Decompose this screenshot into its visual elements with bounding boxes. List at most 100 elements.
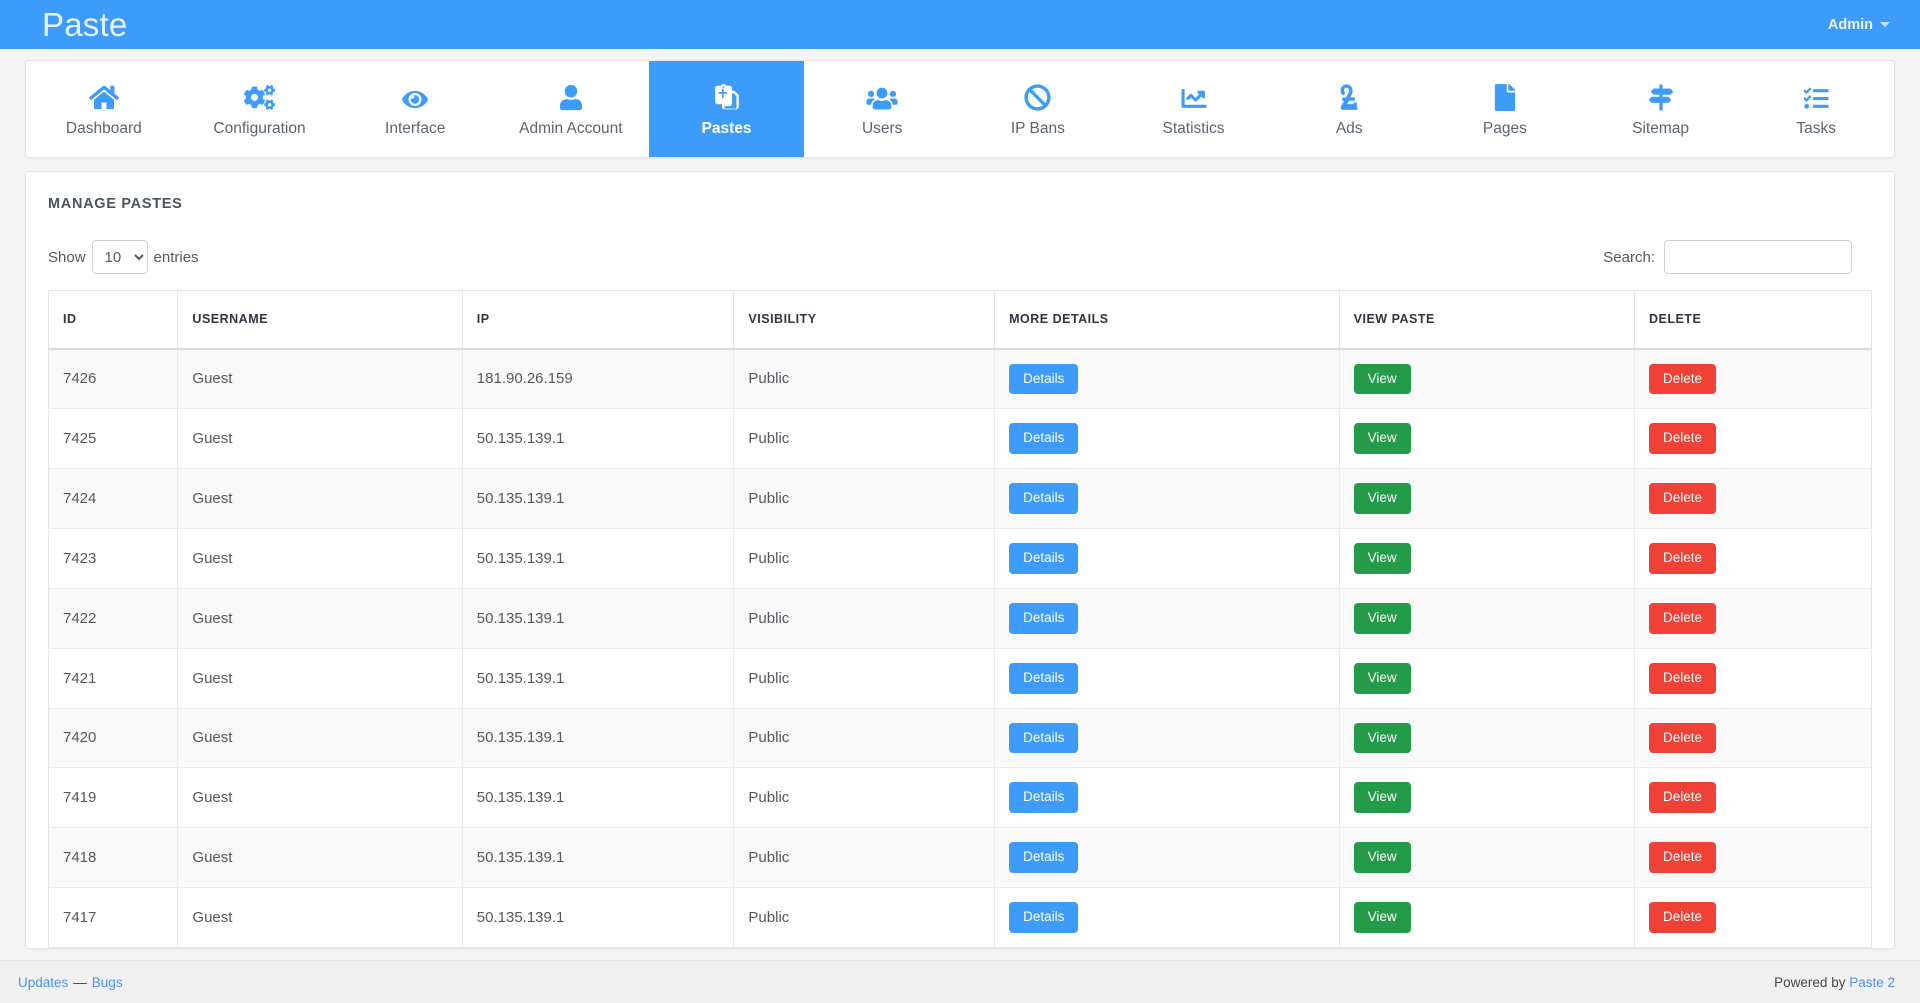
view-button[interactable]: View [1354, 842, 1411, 873]
details-button-cell: Details [995, 469, 1340, 529]
delete-button-cell: Delete [1634, 828, 1871, 888]
nav-label: Pastes [702, 120, 752, 138]
nav-item-tasks[interactable]: Tasks [1738, 61, 1894, 157]
view-button-cell: View [1339, 529, 1634, 589]
nav-item-sitemap[interactable]: Sitemap [1583, 61, 1739, 157]
delete-button-cell: Delete [1634, 588, 1871, 648]
paste-id: 7424 [49, 469, 178, 529]
table-row: 7418Guest50.135.139.1PublicDetailsViewDe… [49, 828, 1872, 888]
nav-item-ads[interactable]: Ads [1271, 61, 1427, 157]
paste-visibility: Public [734, 349, 995, 409]
eye-icon [399, 81, 431, 111]
view-button[interactable]: View [1354, 603, 1411, 634]
nav-item-pastes[interactable]: Pastes [649, 61, 805, 157]
pound-sign-icon [1339, 81, 1359, 111]
paste-id: 7418 [49, 828, 178, 888]
table-controls: Show 102550100 entries Search: [48, 240, 1872, 274]
delete-button[interactable]: Delete [1649, 543, 1716, 574]
delete-button[interactable]: Delete [1649, 663, 1716, 694]
details-button[interactable]: Details [1009, 782, 1078, 813]
details-button[interactable]: Details [1009, 663, 1078, 694]
page-length-select[interactable]: 102550100 [92, 240, 148, 274]
table-row: 7425Guest50.135.139.1PublicDetailsViewDe… [49, 409, 1872, 469]
details-button[interactable]: Details [1009, 483, 1078, 514]
powered-by-label: Powered by [1774, 975, 1845, 990]
details-button[interactable]: Details [1009, 364, 1078, 395]
details-button[interactable]: Details [1009, 603, 1078, 634]
paste-visibility: Public [734, 409, 995, 469]
column-header[interactable]: ID [49, 291, 178, 349]
view-button[interactable]: View [1354, 423, 1411, 454]
top-bar: Paste Admin [0, 0, 1920, 49]
column-header[interactable]: VISIBILITY [734, 291, 995, 349]
admin-dropdown[interactable]: Admin [1828, 17, 1890, 33]
footer-separator: — [73, 975, 87, 990]
updates-link[interactable]: Updates [18, 975, 68, 990]
nav-item-statistics[interactable]: Statistics [1116, 61, 1272, 157]
details-button[interactable]: Details [1009, 902, 1078, 933]
powered-by-link[interactable]: Paste 2 [1849, 975, 1895, 990]
view-button[interactable]: View [1354, 723, 1411, 754]
page-length-control: Show 102550100 entries [48, 240, 199, 274]
table-row: 7420Guest50.135.139.1PublicDetailsViewDe… [49, 708, 1872, 768]
details-button[interactable]: Details [1009, 723, 1078, 754]
view-button[interactable]: View [1354, 483, 1411, 514]
details-button-cell: Details [995, 648, 1340, 708]
user-icon [560, 81, 582, 111]
table-row: 7417Guest50.135.139.1PublicDetailsViewDe… [49, 888, 1872, 948]
paste-username: Guest [178, 349, 462, 409]
nav-item-interface[interactable]: Interface [337, 61, 493, 157]
table-body: 7426Guest181.90.26.159PublicDetailsViewD… [49, 349, 1872, 948]
view-button[interactable]: View [1354, 902, 1411, 933]
nav-item-pages[interactable]: Pages [1427, 61, 1583, 157]
column-header[interactable]: USERNAME [178, 291, 462, 349]
view-button[interactable]: View [1354, 543, 1411, 574]
delete-button[interactable]: Delete [1649, 364, 1716, 395]
delete-button[interactable]: Delete [1649, 723, 1716, 754]
details-button-cell: Details [995, 828, 1340, 888]
nav-item-configuration[interactable]: Configuration [182, 61, 338, 157]
nav-item-admin-account[interactable]: Admin Account [493, 61, 649, 157]
view-button[interactable]: View [1354, 364, 1411, 395]
paste-id: 7421 [49, 648, 178, 708]
delete-button[interactable]: Delete [1649, 603, 1716, 634]
delete-button-cell: Delete [1634, 648, 1871, 708]
view-button[interactable]: View [1354, 782, 1411, 813]
view-button[interactable]: View [1354, 663, 1411, 694]
column-header[interactable]: VIEW PASTE [1339, 291, 1634, 349]
nav-item-dashboard[interactable]: Dashboard [26, 61, 182, 157]
nav-label: Sitemap [1632, 120, 1689, 138]
delete-button[interactable]: Delete [1649, 842, 1716, 873]
details-button[interactable]: Details [1009, 543, 1078, 574]
delete-button[interactable]: Delete [1649, 902, 1716, 933]
paste-id: 7426 [49, 349, 178, 409]
brand-logo[interactable]: Paste [42, 8, 127, 41]
paste-visibility: Public [734, 588, 995, 648]
bugs-link[interactable]: Bugs [92, 975, 123, 990]
search-control: Search: [1603, 240, 1852, 274]
delete-button-cell: Delete [1634, 349, 1871, 409]
cogs-icon [244, 81, 275, 111]
paste-visibility: Public [734, 529, 995, 589]
table-row: 7426Guest181.90.26.159PublicDetailsViewD… [49, 349, 1872, 409]
paste-id: 7420 [49, 708, 178, 768]
paste-username: Guest [178, 708, 462, 768]
column-header[interactable]: DELETE [1634, 291, 1871, 349]
nav-item-users[interactable]: Users [804, 61, 960, 157]
view-button-cell: View [1339, 349, 1634, 409]
details-button[interactable]: Details [1009, 842, 1078, 873]
delete-button-cell: Delete [1634, 708, 1871, 768]
column-header[interactable]: IP [462, 291, 734, 349]
delete-button-cell: Delete [1634, 409, 1871, 469]
paste-username: Guest [178, 588, 462, 648]
delete-button[interactable]: Delete [1649, 782, 1716, 813]
delete-button[interactable]: Delete [1649, 483, 1716, 514]
paste-id: 7422 [49, 588, 178, 648]
table-header-row: IDUSERNAMEIPVISIBILITYMORE DETAILSVIEW P… [49, 291, 1872, 349]
details-button[interactable]: Details [1009, 423, 1078, 454]
search-input[interactable] [1664, 240, 1852, 274]
main-nav: Dashboard Configuration Interface Admin … [25, 60, 1895, 158]
nav-item-ip-bans[interactable]: IP Bans [960, 61, 1116, 157]
delete-button[interactable]: Delete [1649, 423, 1716, 454]
column-header[interactable]: MORE DETAILS [995, 291, 1340, 349]
